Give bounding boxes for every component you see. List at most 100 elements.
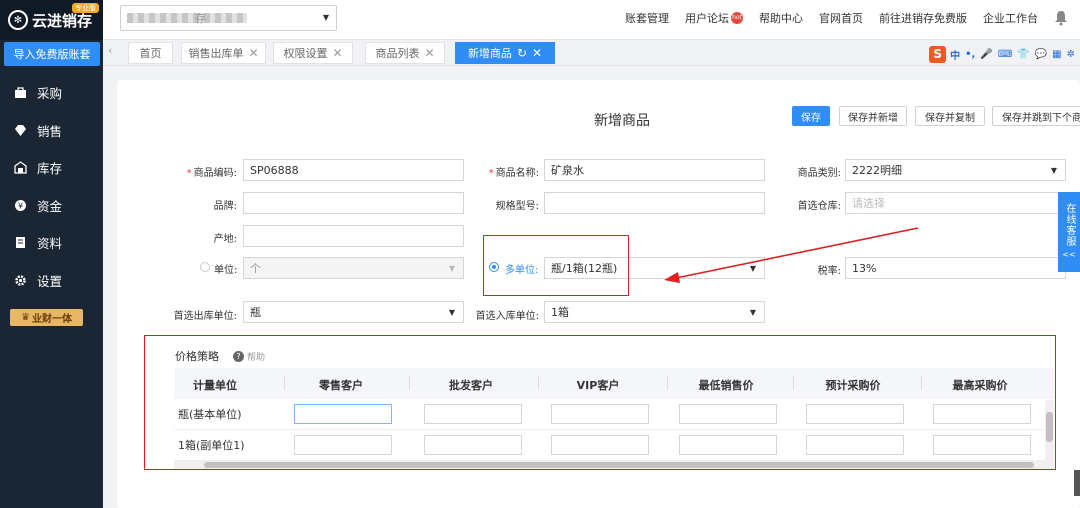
chat-icon[interactable]: 💬 <box>1035 49 1047 60</box>
sidebar-item-sales[interactable]: 销售 <box>0 112 103 150</box>
close-icon[interactable]: ✕ <box>424 46 434 60</box>
document-icon <box>13 236 27 250</box>
sidebar-item-label: 采购 <box>37 86 63 102</box>
preferred-inbound-unit-value: 1箱 <box>551 306 569 319</box>
tax-rate-input[interactable]: 13% <box>845 257 1066 279</box>
preferred-warehouse-label: 首选仓库: <box>797 201 841 212</box>
origin-label: 产地: <box>213 234 237 245</box>
chevron-down-icon: ▼ <box>749 264 756 273</box>
spec-model-input[interactable] <box>544 192 765 214</box>
vip-badge-label: 业财一体 <box>31 314 72 325</box>
sidebar-item-inventory[interactable]: 库存 <box>0 149 103 187</box>
tab-permission-settings[interactable]: 权限设置 ✕ <box>273 42 353 64</box>
company-select[interactable]: 存 ▼ <box>120 5 337 31</box>
sidebar-item-data[interactable]: 资料 <box>0 224 103 262</box>
product-category-label: 商品类别: <box>797 168 841 179</box>
hot-badge: hot <box>731 12 743 24</box>
close-icon[interactable]: ✕ <box>532 46 542 60</box>
skin-icon[interactable]: 👕 <box>1017 49 1029 60</box>
grid-icon[interactable]: ▦ <box>1052 49 1061 60</box>
tab-new-product[interactable]: 新增商品 ↻ ✕ <box>455 42 555 64</box>
tab-label: 权限设置 <box>283 47 328 60</box>
product-name-label: * 商品名称: <box>488 168 539 179</box>
bell-icon[interactable] <box>1054 10 1068 26</box>
preferred-inbound-unit-select[interactable]: 1箱 ▼ <box>544 301 765 323</box>
tax-rate-label: 税率: <box>817 266 841 277</box>
single-unit-label: 单位: <box>214 265 238 276</box>
microphone-icon[interactable]: 🎤 <box>980 49 992 60</box>
online-customer-service-button[interactable]: 在线客服 << <box>1058 192 1080 272</box>
save-and-new-button[interactable]: 保存并新增 <box>839 106 907 126</box>
preferred-outbound-unit-select[interactable]: 瓶 ▼ <box>243 301 464 323</box>
tab-scroll-left-icon[interactable]: ‹ <box>108 44 112 57</box>
tab-bar: ‹ 首页 销售出库单 ✕ 权限设置 ✕ 商品列表 ✕ 新增商品 ↻ ✕ S 中 … <box>103 40 1080 66</box>
coin-icon: ¥ <box>13 198 27 212</box>
settings-icon[interactable]: ✲ <box>1067 49 1075 60</box>
enterprise-workbench-link[interactable]: 企业工作台 <box>983 10 1038 26</box>
sogou-logo-icon[interactable]: S <box>929 45 947 63</box>
import-free-account-button[interactable]: 导入免费版账套 <box>4 42 100 66</box>
tab-home[interactable]: 首页 <box>128 42 173 64</box>
tab-sales-outbound[interactable]: 销售出库单 ✕ <box>181 42 266 64</box>
chevron-down-icon: ▼ <box>448 308 455 317</box>
chevron-down-icon: ▼ <box>1050 166 1057 175</box>
top-links: 账套管理 用户论坛 hot 帮助中心 官网首页 前往进销存免费版 企业工作台 <box>609 0 1068 36</box>
sidebar-item-purchase[interactable]: 采购 <box>0 74 103 112</box>
annotation-box-price-table <box>144 335 1056 470</box>
tab-label: 销售出库单 <box>188 47 244 60</box>
sidebar-item-funds[interactable]: ¥ 资金 <box>0 187 103 225</box>
sidebar-item-label: 销售 <box>37 123 63 139</box>
refresh-icon[interactable]: ↻ <box>517 46 527 60</box>
crown-icon: ♛ <box>21 312 30 323</box>
sidebar-item-label: 设置 <box>37 273 63 289</box>
collapse-icon: << <box>1062 250 1076 259</box>
tab-product-list[interactable]: 商品列表 ✕ <box>365 42 445 64</box>
edition-badge: 专业版 <box>72 3 99 13</box>
help-center-link[interactable]: 帮助中心 <box>759 10 803 26</box>
chevron-down-icon: ▼ <box>448 264 455 273</box>
tab-label: 首页 <box>139 47 162 60</box>
chevron-down-icon: ▼ <box>749 308 756 317</box>
brand-input[interactable] <box>243 192 464 214</box>
single-unit-radio[interactable] <box>200 262 210 272</box>
customer-service-label: 在线客服 <box>1064 203 1075 247</box>
save-and-next-button[interactable]: 保存并跳到下个商品 <box>992 106 1080 126</box>
logo-mark-icon: ✻ <box>8 10 28 30</box>
save-and-copy-button[interactable]: 保存并复制 <box>915 106 985 126</box>
ime-item[interactable]: 中 <box>950 47 960 62</box>
tab-label: 新增商品 <box>467 47 512 60</box>
company-select-partial: 存 <box>195 12 206 25</box>
vip-badge[interactable]: ♛ 业财一体 <box>10 309 83 326</box>
top-bar: 存 ▼ 账套管理 用户论坛 hot 帮助中心 官网首页 前往进销存免费版 企业工… <box>103 0 1080 40</box>
preferred-outbound-unit-value: 瓶 <box>250 306 261 319</box>
product-category-select[interactable]: 2222明细 ▼ <box>845 159 1066 181</box>
sidebar-item-label: 库存 <box>37 161 63 177</box>
bag-icon <box>13 86 27 100</box>
user-forum-label: 用户论坛 <box>685 12 729 25</box>
free-version-link[interactable]: 前往进销存免费版 <box>879 10 967 26</box>
sidebar-item-label: 资金 <box>37 198 63 214</box>
app-logo[interactable]: ✻ 云进销存 专业版 <box>0 0 103 40</box>
preferred-inbound-unit-label: 首选入库单位: <box>475 311 539 322</box>
sidebar-item-settings[interactable]: 设置 <box>0 262 103 300</box>
user-forum-link[interactable]: 用户论坛 hot <box>685 10 743 26</box>
keyboard-icon[interactable]: ⌨ <box>998 49 1012 60</box>
account-management-link[interactable]: 账套管理 <box>625 10 669 26</box>
origin-input[interactable] <box>243 225 464 247</box>
preferred-warehouse-select[interactable]: 请选择 <box>845 192 1066 214</box>
brand-label: 品牌: <box>213 201 237 212</box>
product-name-input[interactable]: 矿泉水 <box>544 159 765 181</box>
close-icon[interactable]: ✕ <box>332 46 342 60</box>
ime-item[interactable]: •, <box>965 49 975 60</box>
save-button[interactable]: 保存 <box>792 106 830 126</box>
close-icon[interactable]: ✕ <box>248 46 258 60</box>
new-product-panel: 新增商品 保存 保存并新增 保存并复制 保存并跳到下个商品 *商品编码: SP0… <box>117 80 1080 508</box>
svg-text:¥: ¥ <box>17 201 22 210</box>
official-site-link[interactable]: 官网首页 <box>819 10 863 26</box>
product-code-input[interactable]: SP06888 <box>243 159 464 181</box>
product-code-label: * 商品编码: <box>186 168 237 179</box>
diamond-icon <box>13 123 27 137</box>
side-widget[interactable] <box>1074 470 1080 496</box>
gear-icon <box>13 273 27 287</box>
warehouse-icon <box>13 161 27 175</box>
